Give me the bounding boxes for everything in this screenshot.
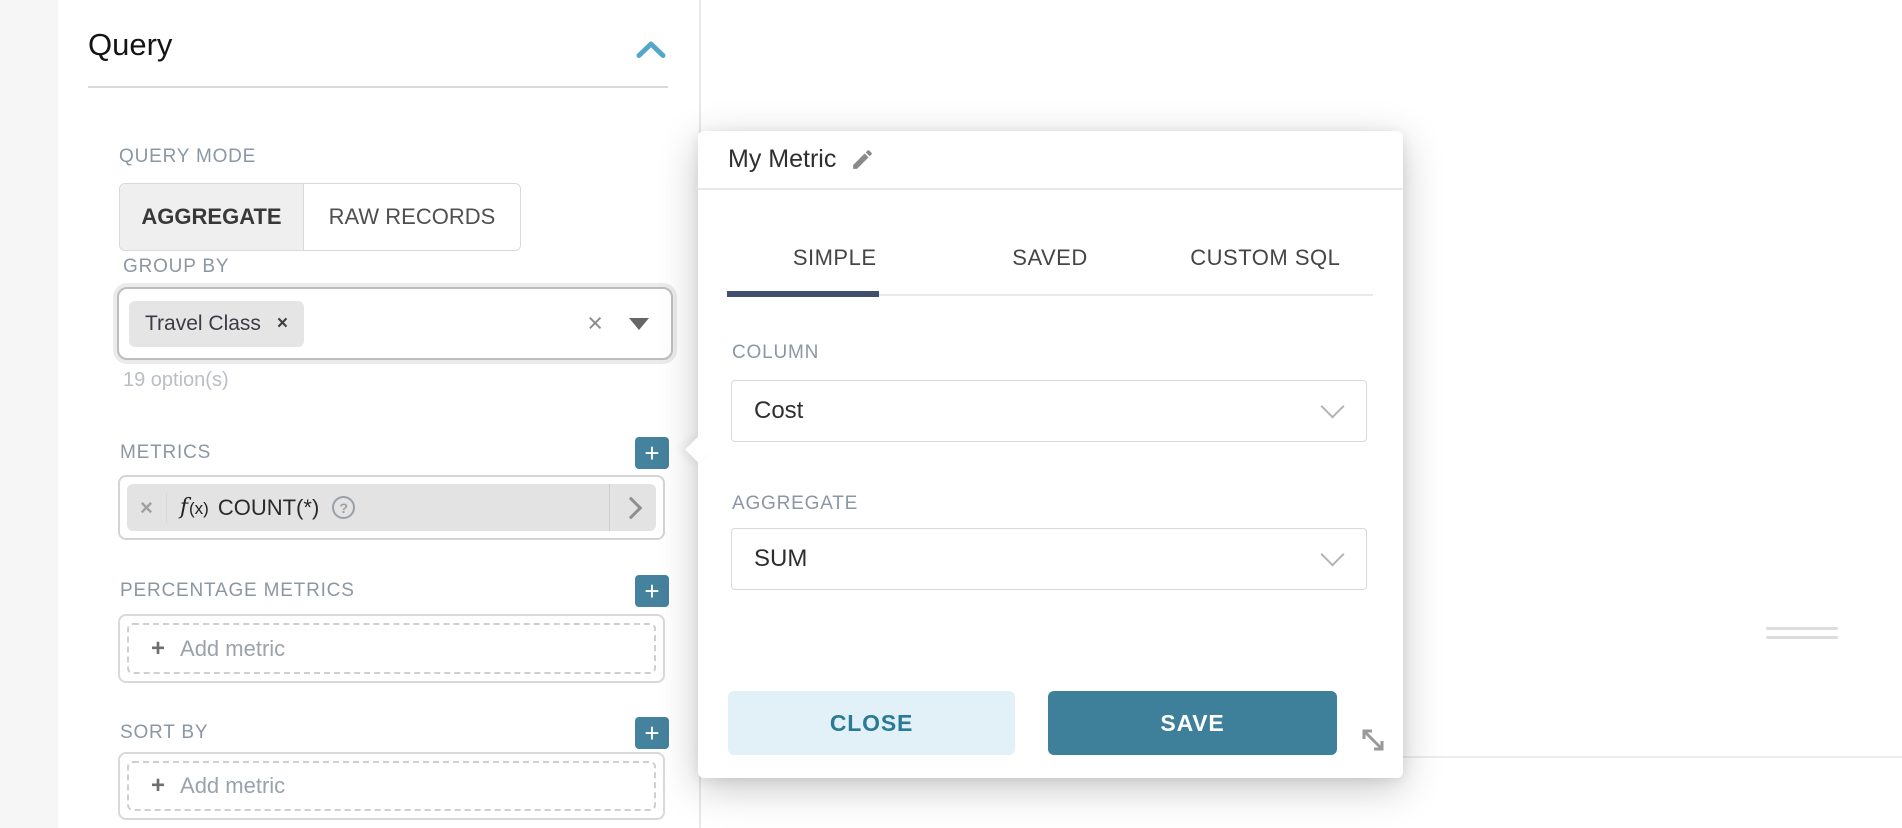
metrics-label: METRICS bbox=[120, 442, 211, 464]
sort-by-dropzone[interactable]: + Add metric bbox=[118, 752, 665, 820]
query-mode-toggle: AGGREGATE RAW RECORDS bbox=[119, 183, 521, 251]
query-mode-raw-records[interactable]: RAW RECORDS bbox=[304, 184, 520, 250]
query-mode-aggregate[interactable]: AGGREGATE bbox=[120, 184, 304, 250]
clear-icon[interactable]: × bbox=[587, 310, 603, 337]
add-metric-placeholder: + Add metric bbox=[127, 761, 656, 811]
add-metric-button[interactable]: + bbox=[635, 437, 669, 469]
group-by-select[interactable]: Travel Class × × bbox=[117, 287, 673, 360]
function-icon: f(x) bbox=[180, 495, 209, 520]
chevron-down-icon bbox=[1320, 394, 1344, 418]
tab-custom-sql[interactable]: CUSTOM SQL bbox=[1158, 227, 1373, 297]
popover-tabs: SIMPLE SAVED CUSTOM SQL bbox=[727, 227, 1373, 297]
metric-edit-popover: My Metric SIMPLE SAVED CUSTOM SQL COLUMN… bbox=[698, 131, 1403, 778]
explore-screen: Query QUERY MODE AGGREGATE RAW RECORDS G… bbox=[0, 0, 1902, 828]
pill-separator bbox=[166, 493, 167, 523]
tag-label: Travel Class bbox=[145, 312, 261, 336]
plus-icon: + bbox=[151, 772, 165, 800]
popover-arrow bbox=[685, 436, 712, 463]
metric-remove-icon[interactable]: × bbox=[127, 495, 166, 521]
left-gutter bbox=[0, 0, 58, 828]
drag-handle-line bbox=[1766, 636, 1838, 639]
popover-header: My Metric bbox=[698, 131, 1403, 190]
plus-icon: + bbox=[151, 635, 165, 663]
tab-saved[interactable]: SAVED bbox=[942, 227, 1157, 297]
metric-open-button[interactable] bbox=[609, 484, 656, 531]
section-divider bbox=[88, 86, 668, 88]
resize-icon[interactable] bbox=[1358, 725, 1388, 755]
percentage-metrics-label: PERCENTAGE METRICS bbox=[120, 580, 355, 602]
add-metric-placeholder: + Add metric bbox=[127, 623, 656, 674]
options-count: 19 option(s) bbox=[123, 369, 229, 392]
help-icon[interactable]: ? bbox=[332, 496, 355, 519]
aggregate-label: AGGREGATE bbox=[732, 493, 858, 515]
query-section-title: Query bbox=[88, 27, 172, 63]
query-mode-label: QUERY MODE bbox=[119, 146, 256, 168]
add-metric-text: Add metric bbox=[180, 773, 285, 799]
add-sort-metric-button[interactable]: + bbox=[635, 717, 669, 749]
save-button[interactable]: SAVE bbox=[1048, 691, 1337, 755]
column-select[interactable]: Cost bbox=[731, 380, 1367, 442]
metric-expression: COUNT(*) bbox=[218, 495, 319, 521]
caret-down-icon[interactable] bbox=[629, 318, 649, 330]
column-value: Cost bbox=[754, 397, 1324, 425]
selected-value-tag: Travel Class × bbox=[129, 301, 304, 347]
add-percentage-metric-button[interactable]: + bbox=[635, 575, 669, 607]
function-args: (x) bbox=[189, 499, 209, 519]
group-by-label: GROUP BY bbox=[123, 256, 229, 278]
metric-pill[interactable]: × f(x) COUNT(*) ? bbox=[127, 484, 656, 531]
active-tab-indicator bbox=[727, 291, 879, 297]
aggregate-value: SUM bbox=[754, 545, 1324, 573]
drag-handle-line bbox=[1766, 627, 1838, 630]
add-metric-text: Add metric bbox=[180, 636, 285, 662]
function-f: f bbox=[180, 495, 188, 520]
metrics-container: × f(x) COUNT(*) ? bbox=[118, 475, 665, 540]
sort-by-label: SORT BY bbox=[120, 722, 208, 744]
chevron-right-icon bbox=[620, 496, 643, 519]
tab-simple[interactable]: SIMPLE bbox=[727, 227, 942, 297]
column-label: COLUMN bbox=[732, 342, 819, 364]
panel-drag-handle[interactable] bbox=[1766, 627, 1838, 645]
chevron-up-icon[interactable] bbox=[636, 40, 666, 59]
edit-icon[interactable] bbox=[850, 147, 875, 172]
chevron-down-icon bbox=[1320, 542, 1344, 566]
aggregate-select[interactable]: SUM bbox=[731, 528, 1367, 590]
tag-remove-icon[interactable]: × bbox=[277, 313, 288, 335]
percentage-metrics-dropzone[interactable]: + Add metric bbox=[118, 614, 665, 683]
close-button[interactable]: CLOSE bbox=[728, 691, 1015, 755]
popover-title: My Metric bbox=[728, 145, 836, 174]
